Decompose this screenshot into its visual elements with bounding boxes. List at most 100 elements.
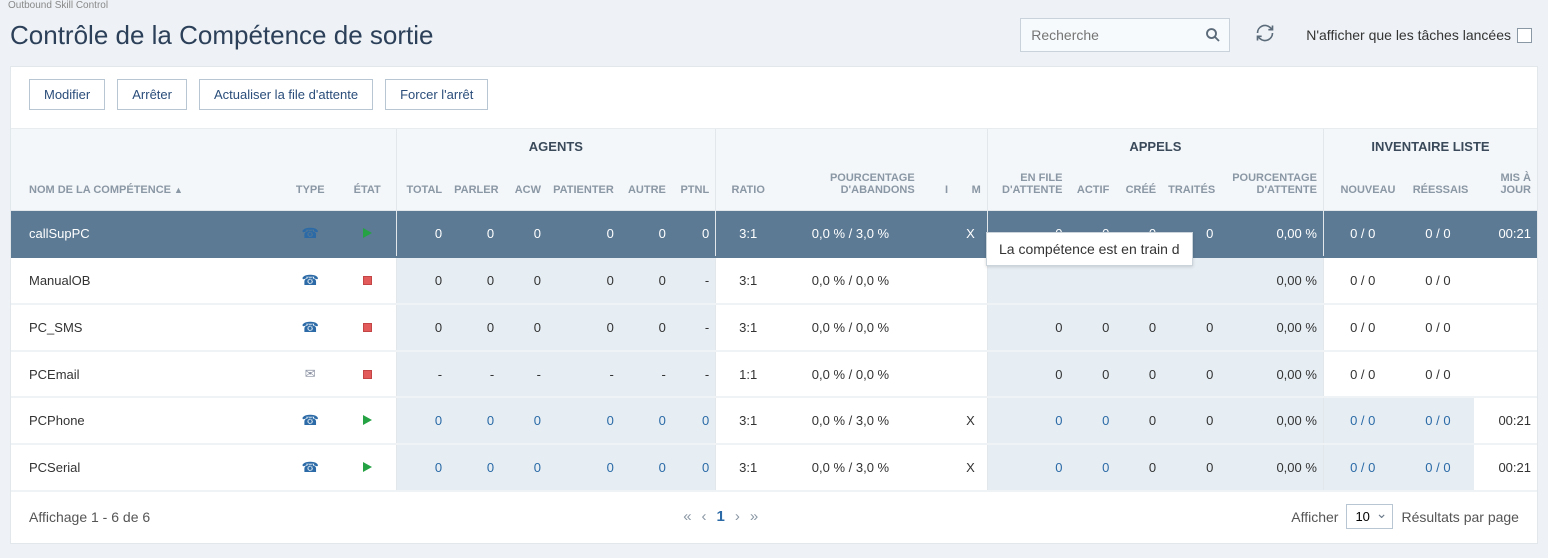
- page-prev-icon[interactable]: ‹: [702, 508, 707, 525]
- cell-name: PC_SMS: [11, 304, 282, 351]
- group-blank: [11, 129, 396, 164]
- cell-waitpct: 0,00 %: [1219, 444, 1323, 491]
- cell-queued: 0: [987, 351, 1068, 397]
- col-retries[interactable]: RÉESSAIS: [1402, 164, 1475, 211]
- group-agents: AGENTS: [396, 129, 716, 164]
- cell-ratio: 3:1: [716, 304, 781, 351]
- skill-table: AGENTS APPELS INVENTAIRE LISTE NOM DE LA…: [11, 129, 1537, 492]
- cell-acw: 0: [500, 257, 547, 304]
- cell-i: [921, 211, 954, 258]
- col-abandon[interactable]: POURCENTAGE D'ABANDONS: [780, 164, 921, 211]
- state-stopped-icon: [363, 370, 372, 379]
- col-total[interactable]: TOTAL: [396, 164, 448, 211]
- cell-retries: 0 / 0: [1402, 211, 1475, 258]
- search-icon[interactable]: [1202, 24, 1224, 46]
- col-i[interactable]: I: [921, 164, 954, 211]
- modify-button[interactable]: Modifier: [29, 79, 105, 110]
- mail-icon: ✉: [305, 366, 316, 381]
- col-ratio[interactable]: RATIO: [716, 164, 781, 211]
- state-stopped-icon: [363, 323, 372, 332]
- force-stop-button[interactable]: Forcer l'arrêt: [385, 79, 488, 110]
- page-next-icon[interactable]: ›: [735, 508, 740, 525]
- cell-acw: 0: [500, 444, 547, 491]
- cell-talking: -: [448, 351, 500, 397]
- cell-ptnl: 0: [672, 211, 716, 258]
- cell-name: ManualOB: [11, 257, 282, 304]
- cell-created: 0: [1115, 304, 1162, 351]
- cell-other: 0: [620, 304, 672, 351]
- cell-other: 0: [620, 211, 672, 258]
- col-queued[interactable]: EN FILE D'ATTENTE: [987, 164, 1068, 211]
- table-row[interactable]: PC_SMS☎00000-3:10,0 % / 0,0 %00000,00 %0…: [11, 304, 1537, 351]
- col-state[interactable]: ÉTAT: [339, 164, 396, 211]
- cell-other: -: [620, 351, 672, 397]
- cell-waiting: 0: [547, 211, 620, 258]
- cell-handled: 0: [1162, 444, 1219, 491]
- show-label: Afficher: [1291, 509, 1338, 525]
- stop-button[interactable]: Arrêter: [117, 79, 187, 110]
- col-handled[interactable]: TRAITÉS: [1162, 164, 1219, 211]
- cell-total: 0: [396, 211, 448, 258]
- col-acw[interactable]: ACW: [500, 164, 547, 211]
- state-running-icon: [363, 462, 372, 472]
- cell-total: 0: [396, 304, 448, 351]
- cell-state: [339, 351, 396, 397]
- cell-new: 0 / 0: [1323, 211, 1401, 258]
- col-waitpct[interactable]: POURCENTAGE D'ATTENTE: [1219, 164, 1323, 211]
- cell-name: PCEmail: [11, 351, 282, 397]
- page-last-icon[interactable]: »: [750, 508, 758, 525]
- cell-m: [954, 304, 987, 351]
- cell-waiting: 0: [547, 257, 620, 304]
- show-only-launched-checkbox[interactable]: [1517, 28, 1532, 43]
- col-created[interactable]: CRÉÉ: [1115, 164, 1162, 211]
- cell-ptnl: -: [672, 351, 716, 397]
- table-row[interactable]: PCSerial☎0000003:10,0 % / 3,0 %X00000,00…: [11, 444, 1537, 491]
- cell-new: 0 / 0: [1323, 444, 1401, 491]
- page-first-icon[interactable]: «: [683, 508, 691, 525]
- cell-active: 0: [1068, 397, 1115, 444]
- cell-ratio: 3:1: [716, 211, 781, 258]
- cell-total: -: [396, 351, 448, 397]
- col-ptnl[interactable]: PTNL: [672, 164, 716, 211]
- col-active[interactable]: ACTIF: [1068, 164, 1115, 211]
- state-running-icon: [363, 415, 372, 425]
- cell-other: 0: [620, 397, 672, 444]
- refresh-button[interactable]: [1248, 18, 1282, 52]
- col-other[interactable]: AUTRE: [620, 164, 672, 211]
- page-size-select[interactable]: 10: [1346, 504, 1393, 529]
- cell-ptnl: -: [672, 257, 716, 304]
- cell-waiting: -: [547, 351, 620, 397]
- cell-abandon: 0,0 % / 0,0 %: [780, 351, 921, 397]
- cell-total: 0: [396, 257, 448, 304]
- refresh-queue-button[interactable]: Actualiser la file d'attente: [199, 79, 373, 110]
- search-input[interactable]: [1020, 18, 1230, 52]
- col-type[interactable]: TYPE: [282, 164, 339, 211]
- col-waiting[interactable]: PATIENTER: [547, 164, 620, 211]
- col-updated[interactable]: MIS À JOUR: [1474, 164, 1537, 211]
- phone-out-icon: ☎: [302, 272, 319, 288]
- col-talking[interactable]: PARLER: [448, 164, 500, 211]
- table-row[interactable]: ManualOB☎00000-3:10,0 % / 0,0 %0,00 %0 /…: [11, 257, 1537, 304]
- phone-out-icon: ☎: [302, 319, 319, 335]
- col-new[interactable]: NOUVEAU: [1323, 164, 1401, 211]
- cell-talking: 0: [448, 304, 500, 351]
- cell-new: 0 / 0: [1323, 397, 1401, 444]
- cell-waitpct: 0,00 %: [1219, 397, 1323, 444]
- col-m[interactable]: M: [954, 164, 987, 211]
- table-row[interactable]: PCPhone☎0000003:10,0 % / 3,0 %X00000,00 …: [11, 397, 1537, 444]
- table-row[interactable]: PCEmail✉------1:10,0 % / 0,0 %00000,00 %…: [11, 351, 1537, 397]
- phone-out-icon: ☎: [302, 412, 319, 428]
- cell-updated: 00:21: [1474, 397, 1537, 444]
- cell-talking: 0: [448, 444, 500, 491]
- cell-i: [921, 351, 954, 397]
- cell-state: [339, 444, 396, 491]
- cell-m: [954, 351, 987, 397]
- cell-handled: 0: [1162, 351, 1219, 397]
- cell-waiting: 0: [547, 304, 620, 351]
- cell-acw: 0: [500, 304, 547, 351]
- col-skill-name[interactable]: NOM DE LA COMPÉTENCE▲: [11, 164, 282, 211]
- cell-ptnl: 0: [672, 397, 716, 444]
- cell-state: [339, 211, 396, 258]
- cell-other: 0: [620, 444, 672, 491]
- table-row[interactable]: callSupPC☎0000003:10,0 % / 3,0 %X00000,0…: [11, 211, 1537, 258]
